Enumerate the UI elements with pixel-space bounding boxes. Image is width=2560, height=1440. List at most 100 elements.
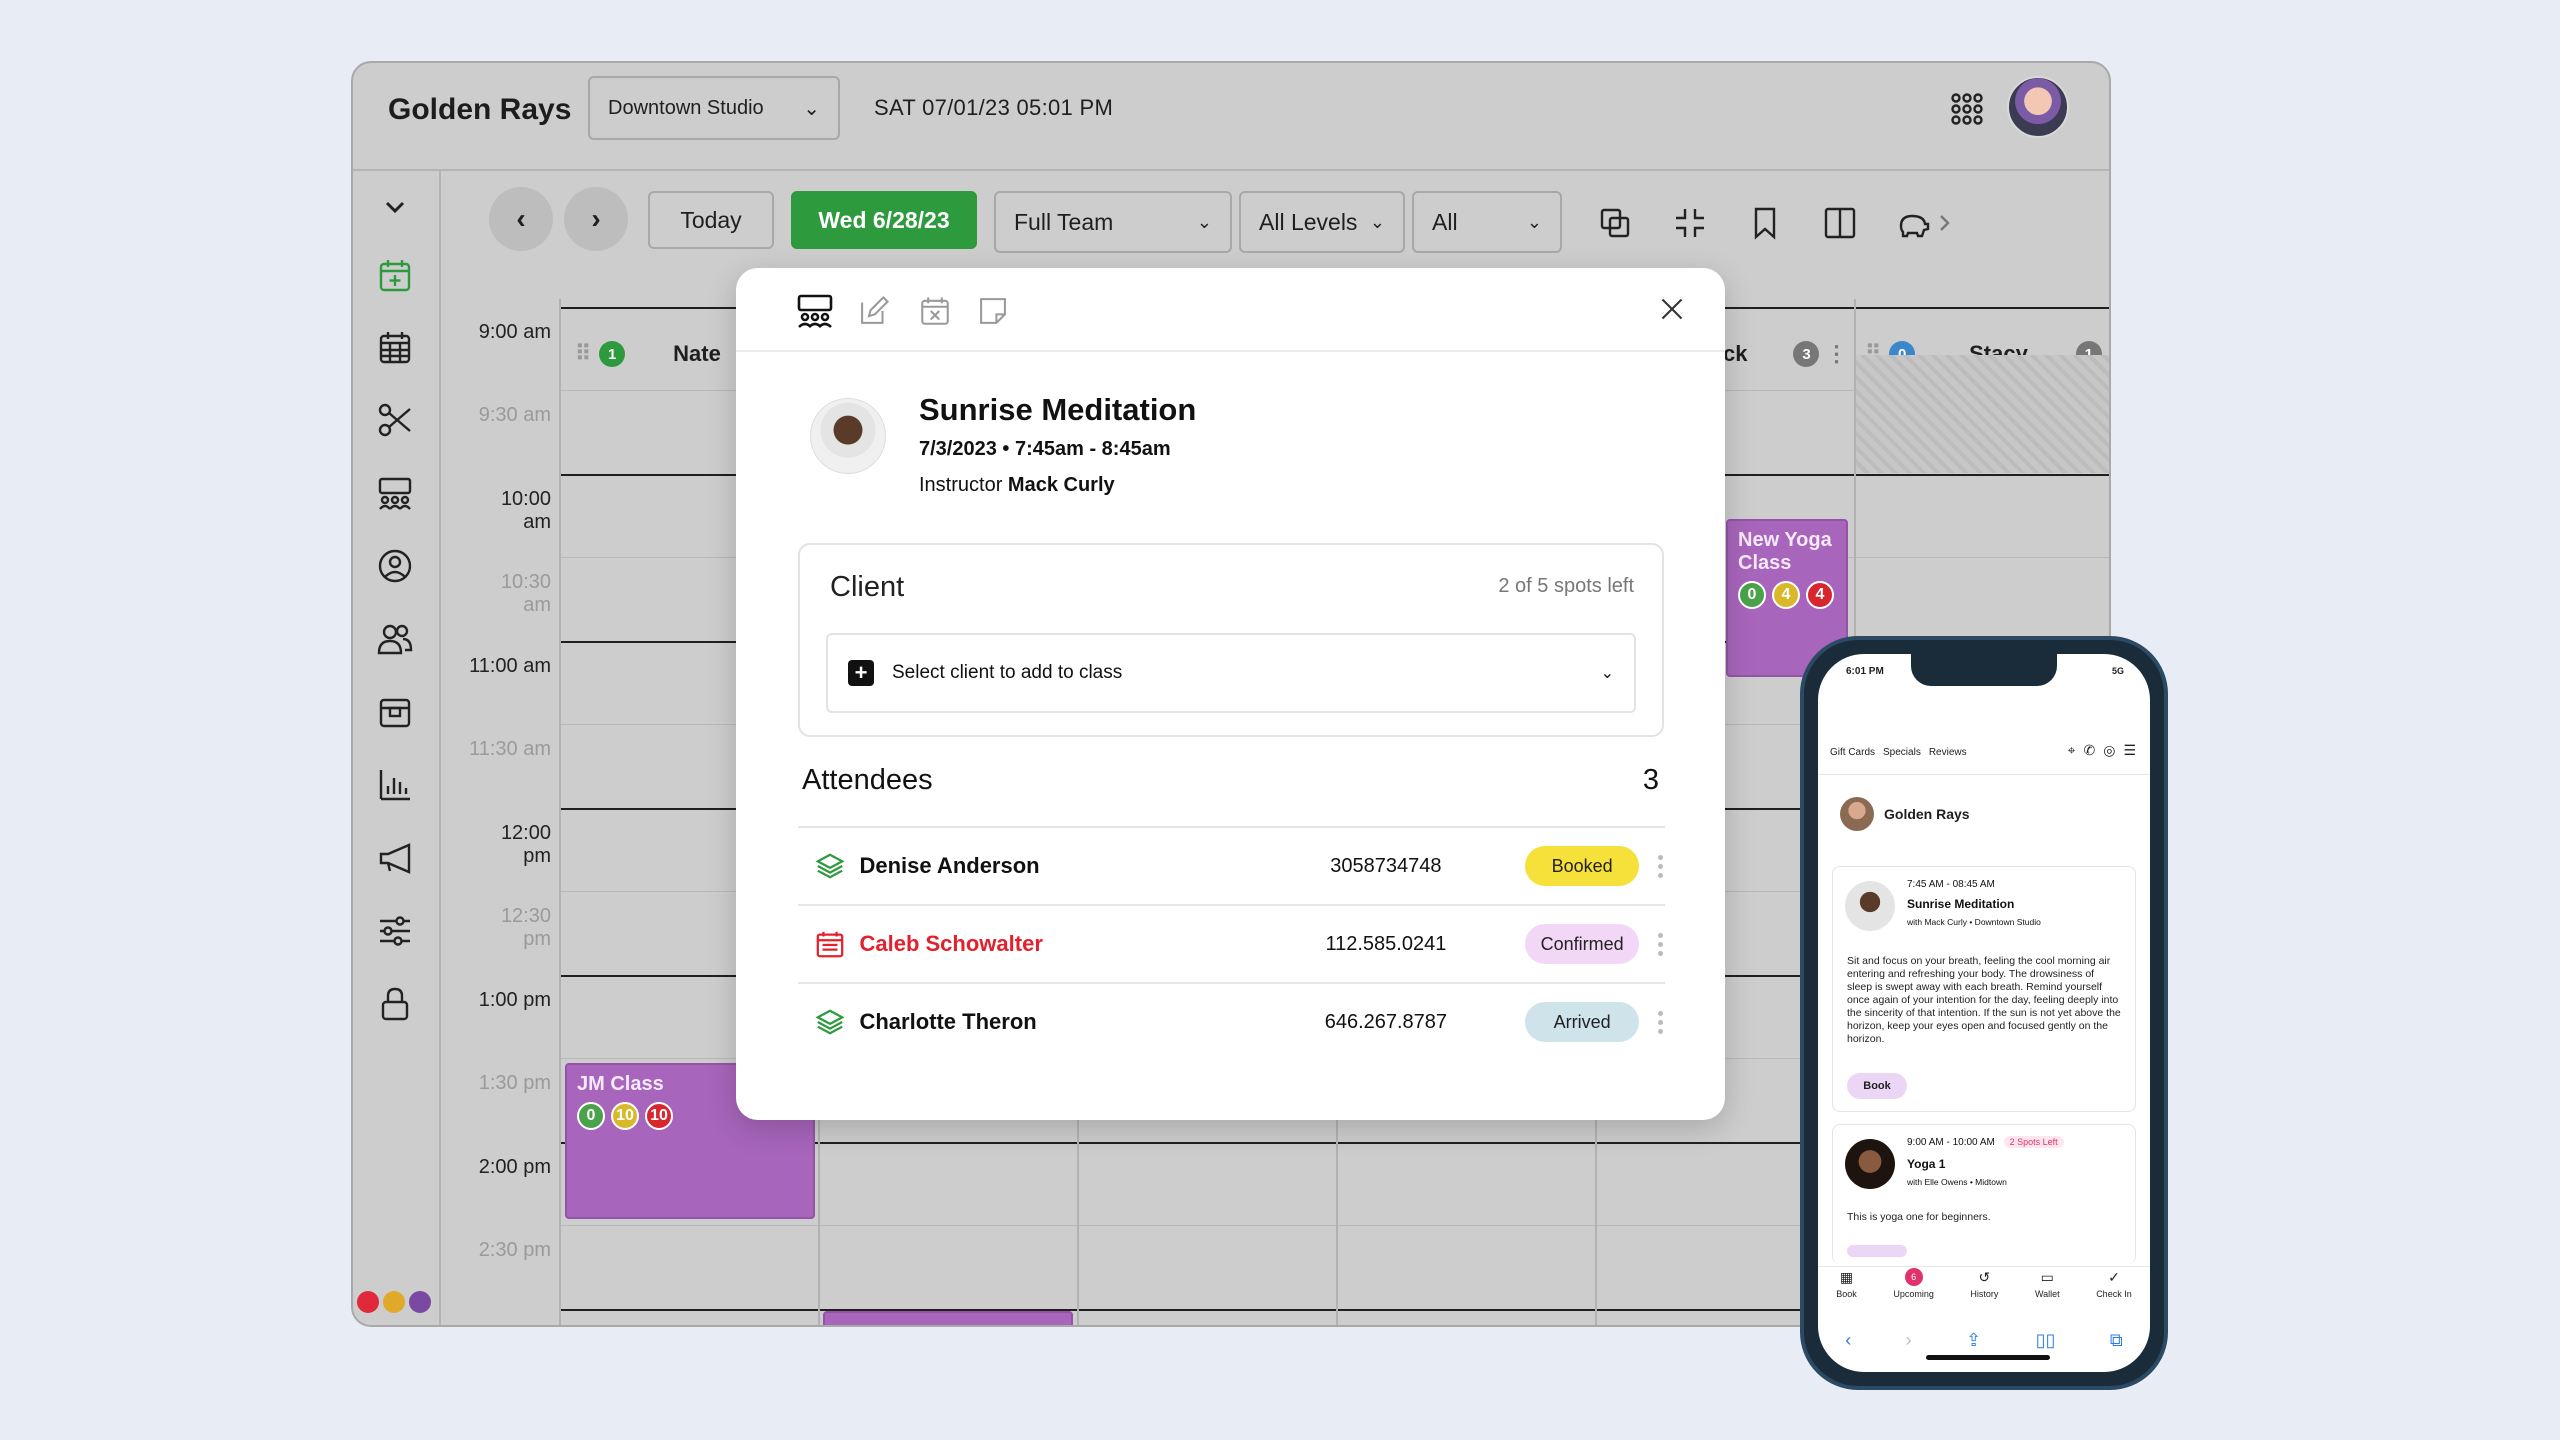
kebab-menu-icon[interactable] (1655, 932, 1665, 956)
chevron-down-icon: ⌄ (1369, 211, 1385, 232)
account-icon[interactable]: ◎ (2103, 742, 2115, 759)
event-badge: 4 (1772, 581, 1800, 609)
phone-mockup: 6:01 PM 5G Gift Cards Specials Reviews ⌖… (1800, 636, 2168, 1390)
event-badge: 0 (577, 1102, 605, 1130)
class-card-description: This is yoga one for beginners. (1847, 1211, 1991, 1223)
class-event-partial[interactable] (823, 1311, 1073, 1325)
location-select-value: Downtown Studio (608, 96, 764, 119)
package-icon[interactable] (371, 688, 419, 736)
spots-left-badge: 2 Spots Left (2003, 1136, 2064, 1148)
upcoming-count-badge: 6 (1904, 1268, 1923, 1286)
time-label: 10:00 am (500, 488, 551, 533)
current-date-label: Wed 6/28/23 (818, 206, 950, 233)
attendee-row[interactable]: Denise Anderson 3058734748 Booked (798, 828, 1665, 904)
forward-icon[interactable]: › (1906, 1330, 1912, 1351)
close-icon[interactable] (1655, 292, 1689, 326)
tab-notes[interactable] (972, 290, 1014, 332)
instructor-avatar (810, 398, 886, 474)
collapse-chevron-icon[interactable] (371, 183, 419, 231)
phone-tab-bar: ▦ Book 6 Upcoming ↺ History ▭ Wallet ✓ Check … (1818, 1268, 2150, 1318)
users-icon[interactable] (371, 615, 419, 663)
reports-chart-icon[interactable] (371, 761, 419, 809)
staff-column-header[interactable]: ck 3 ⋮ (1723, 319, 1849, 389)
attendee-phone: 3058734748 (1330, 854, 1442, 877)
phone-screen: 6:01 PM 5G Gift Cards Specials Reviews ⌖… (1818, 654, 2150, 1372)
calendar-icon[interactable] (371, 323, 419, 371)
tabs-icon[interactable]: ⧉ (2110, 1330, 2123, 1351)
copy-icon[interactable] (1591, 199, 1639, 247)
next-day-button[interactable]: › (564, 187, 628, 251)
current-date-button[interactable]: Wed 6/28/23 (791, 191, 977, 249)
time-label: 11:00 am (469, 655, 551, 677)
nav-link-specials[interactable]: Specials (1883, 747, 1921, 758)
class-card[interactable]: 9:00 AM - 10:00 AM 2 Spots Left Yoga 1 w… (1832, 1124, 2136, 1264)
book-button[interactable]: Book (1847, 1073, 1907, 1099)
kebab-menu-icon[interactable] (1655, 1010, 1665, 1034)
phone-call-icon[interactable]: ✆ (2083, 742, 2095, 759)
user-avatar[interactable] (2007, 76, 2069, 138)
minimize-icon[interactable] (1666, 199, 1714, 247)
levels-select[interactable]: All Levels ⌄ (1239, 191, 1405, 253)
location-pin-icon[interactable]: ⌖ (2068, 742, 2076, 759)
tab-cancel-class[interactable] (914, 290, 956, 332)
tab-upcoming[interactable]: 6 Upcoming (1893, 1268, 1934, 1318)
status-badge[interactable]: Arrived (1525, 1002, 1640, 1042)
status-badge[interactable]: Booked (1525, 846, 1640, 886)
tab-label: Wallet (2034, 1289, 2060, 1299)
drag-handle-icon[interactable]: ⠿ (575, 341, 591, 367)
time-label: 10:30 am (500, 571, 551, 616)
bookmarks-icon[interactable]: ▯▯ (2036, 1330, 2056, 1351)
tab-check-in[interactable]: ✓ Check In (2096, 1268, 2132, 1318)
hamburger-menu-icon[interactable]: ☰ (2123, 742, 2136, 759)
event-badge: 10 (611, 1102, 639, 1130)
select-client-dropdown[interactable]: + Select client to add to class ⌄ (826, 633, 1636, 713)
class-group-icon[interactable] (371, 469, 419, 517)
time-label: 9:30 am (478, 404, 551, 426)
nav-link-reviews[interactable]: Reviews (1929, 747, 1967, 758)
tab-attendees[interactable] (794, 290, 836, 332)
lock-icon[interactable] (371, 980, 419, 1028)
chevron-down-icon: ⌄ (1196, 211, 1212, 232)
purple-dot (409, 1291, 431, 1313)
share-icon[interactable]: ⇪ (1966, 1330, 1981, 1351)
calendar-icon: ▦ (1839, 1268, 1854, 1285)
time-label: 1:30 pm (478, 1072, 551, 1094)
pig-savings-icon[interactable] (1889, 199, 1937, 247)
kebab-menu-icon[interactable] (1655, 854, 1665, 878)
home-indicator (1926, 1355, 2050, 1360)
tab-wallet[interactable]: ▭ Wallet (2035, 1268, 2060, 1318)
bookmark-icon[interactable] (1741, 199, 1789, 247)
client-section: Client 2 of 5 spots left + Select client… (798, 543, 1664, 737)
add-calendar-icon[interactable] (371, 251, 419, 299)
book-button-partial[interactable] (1847, 1245, 1907, 1257)
location-select[interactable]: Downtown Studio ⌄ (588, 76, 840, 140)
filter-select[interactable]: All ⌄ (1412, 191, 1562, 253)
tab-label: Check In (2096, 1289, 2132, 1299)
chevron-down-icon: ⌄ (1600, 665, 1614, 682)
event-badge: 4 (1806, 581, 1834, 609)
top-bar: Golden Rays Downtown Studio ⌄ SAT 07/01/… (353, 63, 2109, 171)
status-badge[interactable]: Confirmed (1525, 924, 1640, 964)
prev-day-button[interactable]: ‹ (489, 187, 553, 251)
kebab-menu-icon[interactable]: ⋮ (1825, 341, 1847, 367)
tab-book[interactable]: ▦ Book (1836, 1268, 1857, 1318)
settings-sliders-icon[interactable] (371, 907, 419, 955)
nav-link-gift-cards[interactable]: Gift Cards (1830, 747, 1875, 758)
tab-edit[interactable] (853, 290, 895, 332)
team-select[interactable]: Full Team ⌄ (994, 191, 1232, 253)
megaphone-icon[interactable] (371, 834, 419, 882)
business-avatar (1840, 797, 1874, 831)
class-card[interactable]: 7:45 AM - 08:45 AM Sunrise Meditation wi… (1832, 866, 2136, 1112)
today-button[interactable]: Today (648, 191, 774, 249)
split-view-icon[interactable] (1816, 199, 1864, 247)
more-right-chevron-icon[interactable] (1933, 199, 1957, 247)
scissors-icon[interactable] (371, 396, 419, 444)
attendee-name: Charlotte Theron (859, 1009, 1037, 1034)
attendee-row[interactable]: Charlotte Theron 646.267.8787 Arrived (798, 984, 1665, 1060)
event-badges: 0 4 4 (1738, 581, 1836, 609)
tab-history[interactable]: ↺ History (1970, 1268, 1998, 1318)
back-icon[interactable]: ‹ (1845, 1330, 1851, 1351)
attendee-row[interactable]: Caleb Schowalter 112.585.0241 Confirmed (798, 906, 1665, 982)
apps-grid-icon[interactable] (1950, 92, 1984, 126)
user-circle-icon[interactable] (371, 542, 419, 590)
